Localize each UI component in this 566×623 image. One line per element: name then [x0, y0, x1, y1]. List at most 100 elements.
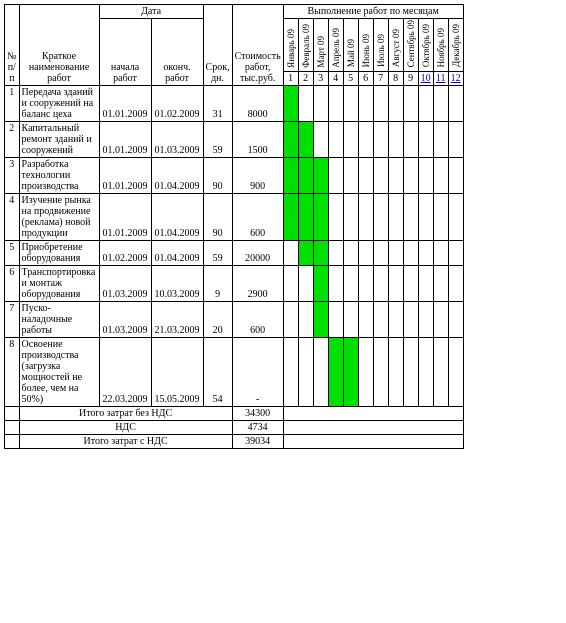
month-num: 4	[328, 72, 343, 86]
task-end-date: 01.04.2009	[151, 194, 203, 241]
gantt-cell	[328, 338, 343, 407]
task-name: Освоение производства (загрузка мощносте…	[19, 338, 99, 407]
task-start-date: 01.02.2009	[99, 241, 151, 266]
gantt-cell	[283, 241, 298, 266]
task-number: 6	[5, 266, 20, 302]
gantt-cell	[418, 122, 433, 158]
month-header: Июнь 09	[358, 19, 373, 72]
task-end-date: 01.04.2009	[151, 158, 203, 194]
gantt-cell	[388, 194, 403, 241]
task-term: 9	[203, 266, 232, 302]
month-num: 7	[373, 72, 388, 86]
table-row: 3Разработка технологии производства01.01…	[5, 158, 464, 194]
task-name: Капитальный ремонт зданий и сооружений	[19, 122, 99, 158]
gantt-cell	[283, 194, 298, 241]
gantt-cell	[283, 122, 298, 158]
col-num: № п/п	[5, 5, 20, 86]
gantt-cell	[448, 241, 463, 266]
gantt-cell	[298, 194, 313, 241]
task-cost: -	[232, 338, 283, 407]
gantt-cell	[283, 86, 298, 122]
gantt-cell	[448, 194, 463, 241]
task-number: 5	[5, 241, 20, 266]
gantt-cell	[313, 241, 328, 266]
task-end-date: 01.03.2009	[151, 122, 203, 158]
gantt-cell	[343, 86, 358, 122]
gantt-cell	[328, 122, 343, 158]
gantt-cell	[313, 266, 328, 302]
gantt-cell	[388, 122, 403, 158]
task-cost: 2900	[232, 266, 283, 302]
gantt-cell	[283, 158, 298, 194]
month-link[interactable]: 12	[451, 73, 461, 84]
month-header: Октябрь 09	[418, 19, 433, 72]
footer-value-with-vat: 39034	[232, 435, 283, 449]
gantt-cell	[403, 86, 418, 122]
task-number: 7	[5, 302, 20, 338]
month-num: 1	[283, 72, 298, 86]
month-num[interactable]: 10	[418, 72, 433, 86]
month-num: 9	[403, 72, 418, 86]
gantt-cell	[358, 266, 373, 302]
table-row: 6Транспортировка и монтаж оборудования01…	[5, 266, 464, 302]
month-num[interactable]: 11	[433, 72, 448, 86]
gantt-cell	[403, 302, 418, 338]
month-num: 8	[388, 72, 403, 86]
gantt-cell	[328, 302, 343, 338]
gantt-cell	[448, 338, 463, 407]
gantt-cell	[313, 86, 328, 122]
gantt-cell	[388, 241, 403, 266]
month-link[interactable]: 11	[436, 73, 446, 84]
task-number: 3	[5, 158, 20, 194]
gantt-cell	[373, 194, 388, 241]
col-date-start: начала работ	[99, 19, 151, 86]
task-term: 20	[203, 302, 232, 338]
gantt-cell	[418, 266, 433, 302]
gantt-cell	[418, 241, 433, 266]
gantt-cell	[313, 194, 328, 241]
gantt-cell	[433, 122, 448, 158]
month-header: Ноябрь 09	[433, 19, 448, 72]
gantt-cell	[373, 302, 388, 338]
task-term: 90	[203, 158, 232, 194]
gantt-cell	[298, 241, 313, 266]
gantt-table: № п/п Краткое наименование работ Дата Ср…	[4, 4, 464, 449]
task-end-date: 01.04.2009	[151, 241, 203, 266]
gantt-cell	[343, 302, 358, 338]
gantt-cell	[343, 338, 358, 407]
gantt-cell	[328, 194, 343, 241]
gantt-cell	[373, 122, 388, 158]
task-name: Приобретение оборудования	[19, 241, 99, 266]
month-header: Март 09	[313, 19, 328, 72]
gantt-cell	[373, 338, 388, 407]
gantt-cell	[433, 302, 448, 338]
col-date-group: Дата	[99, 5, 203, 19]
gantt-cell	[343, 266, 358, 302]
gantt-cell	[328, 158, 343, 194]
task-number: 8	[5, 338, 20, 407]
gantt-cell	[358, 86, 373, 122]
gantt-cell	[448, 122, 463, 158]
month-header: Август 09	[388, 19, 403, 72]
gantt-cell	[388, 86, 403, 122]
month-num: 6	[358, 72, 373, 86]
footer-value-vat: 4734	[232, 421, 283, 435]
gantt-cell	[343, 158, 358, 194]
gantt-cell	[388, 338, 403, 407]
gantt-cell	[328, 241, 343, 266]
task-name: Изучение рынка на продвижение (реклама) …	[19, 194, 99, 241]
col-name: Краткое наименование работ	[19, 5, 99, 86]
gantt-cell	[298, 266, 313, 302]
gantt-cell	[373, 158, 388, 194]
gantt-cell	[298, 158, 313, 194]
gantt-cell	[313, 338, 328, 407]
gantt-cell	[373, 266, 388, 302]
month-header: Май 09	[343, 19, 358, 72]
month-link[interactable]: 10	[421, 73, 431, 84]
month-num[interactable]: 12	[448, 72, 463, 86]
gantt-cell	[433, 338, 448, 407]
task-term: 54	[203, 338, 232, 407]
gantt-cell	[283, 338, 298, 407]
task-start-date: 01.03.2009	[99, 302, 151, 338]
task-start-date: 01.01.2009	[99, 158, 151, 194]
